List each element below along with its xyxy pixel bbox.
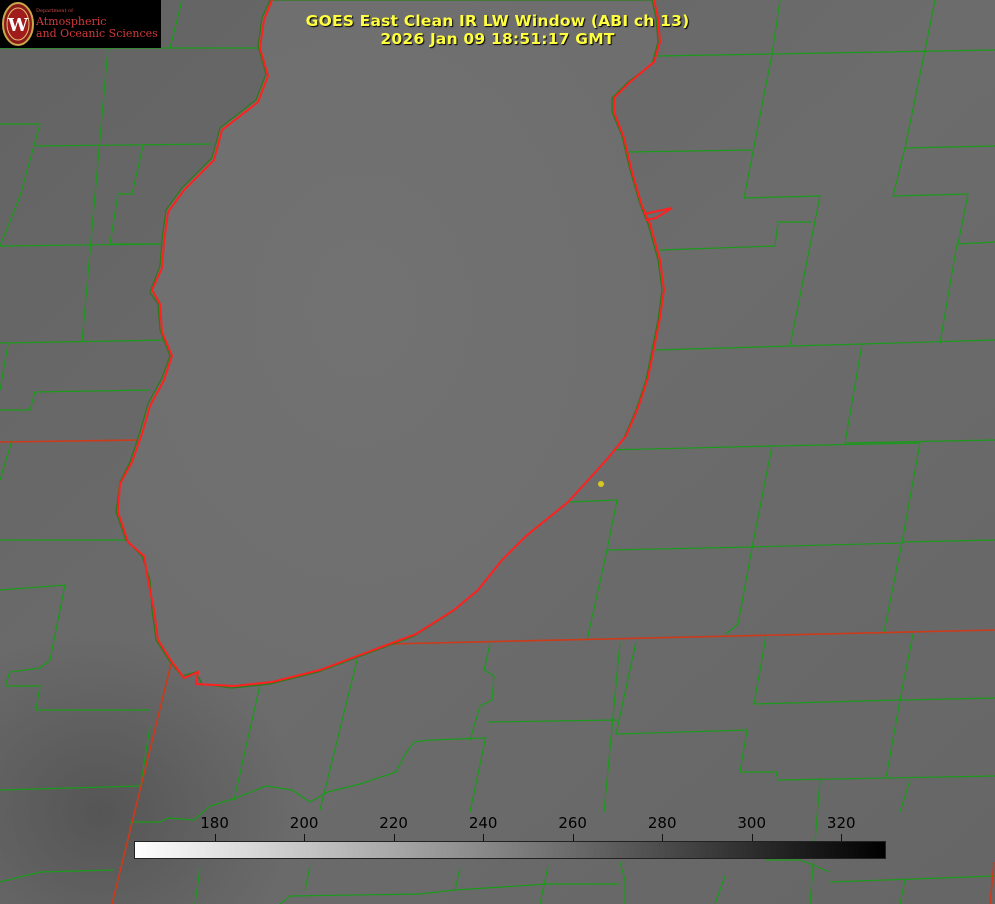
colorbar-tick-mark (572, 834, 574, 841)
colorbar-tick-320: 320 (826, 814, 856, 832)
colorbar-tick-mark (751, 834, 753, 841)
colorbar-tick-mark (214, 834, 216, 841)
colorbar-tick-280: 280 (647, 814, 677, 832)
title-line-1: GOES East Clean IR LW Window (ABI ch 13) (305, 12, 690, 30)
image-title: GOES East Clean IR LW Window (ABI ch 13)… (0, 12, 995, 48)
satellite-image: W Department of Atmospheric and Oceanic … (0, 0, 995, 904)
colorbar-tick-240: 240 (468, 814, 498, 832)
colorbar-tick-mark (483, 834, 485, 841)
colorbar-tick-220: 220 (379, 814, 408, 832)
colorbar-tick-mark (393, 834, 395, 841)
colorbar-tick-300: 300 (737, 814, 767, 832)
colorbar-tick-mark (662, 834, 664, 841)
map-canvas (0, 0, 995, 904)
colorbar-tick-mark (841, 834, 843, 841)
title-timestamp: 2026 Jan 09 18:51:17 GMT (380, 30, 615, 48)
colorbar-tick-labels: 180 200 220 240 260 280 300 320 (0, 814, 995, 834)
colorbar-tick-mark (304, 834, 306, 841)
station-marker (598, 481, 604, 487)
colorbar-tick-180: 180 (200, 814, 229, 832)
colorbar-tick-200: 200 (289, 814, 319, 832)
colorbar-tick-260: 260 (558, 814, 587, 832)
colorbar (134, 841, 886, 859)
